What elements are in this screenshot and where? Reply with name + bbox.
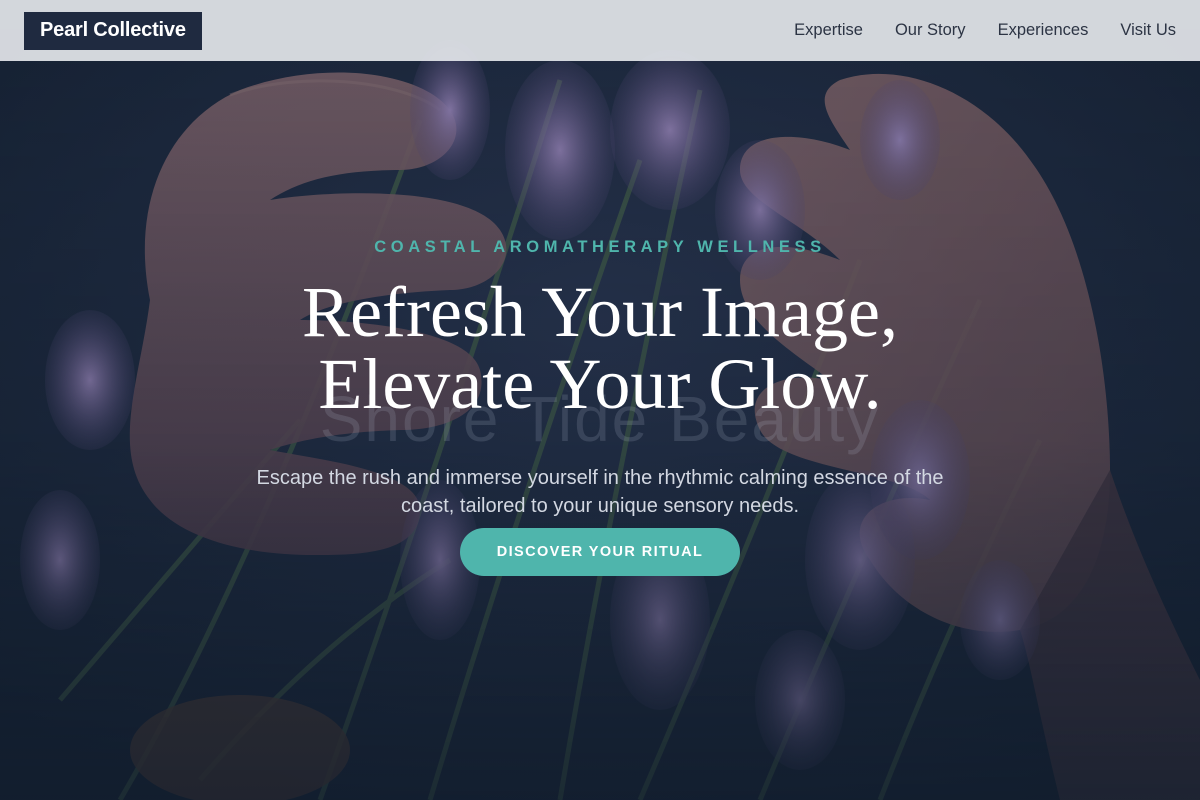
hero-headline: Refresh Your Image, Elevate Your Glow. xyxy=(0,276,1200,420)
primary-nav: Expertise Our Story Experiences Visit Us xyxy=(794,21,1176,40)
nav-link-expertise[interactable]: Expertise xyxy=(794,21,863,40)
hero-section: COASTAL AROMATHERAPY WELLNESS Shore Tide… xyxy=(0,0,1200,800)
brand-logo[interactable]: Pearl Collective xyxy=(24,11,202,50)
nav-link-visit-us[interactable]: Visit Us xyxy=(1120,21,1176,40)
nav-link-experiences[interactable]: Experiences xyxy=(998,21,1089,40)
hero-headline-line-1: Refresh Your Image, xyxy=(302,272,898,352)
nav-link-our-story[interactable]: Our Story xyxy=(895,21,966,40)
discover-ritual-button[interactable]: DISCOVER YOUR RITUAL xyxy=(460,528,740,576)
hero-eyebrow: COASTAL AROMATHERAPY WELLNESS xyxy=(374,238,826,256)
hero-headline-line-2: Elevate Your Glow. xyxy=(318,344,882,424)
hero-subtext: Escape the rush and immerse yourself in … xyxy=(256,467,944,517)
site-header: Pearl Collective Expertise Our Story Exp… xyxy=(0,0,1200,61)
